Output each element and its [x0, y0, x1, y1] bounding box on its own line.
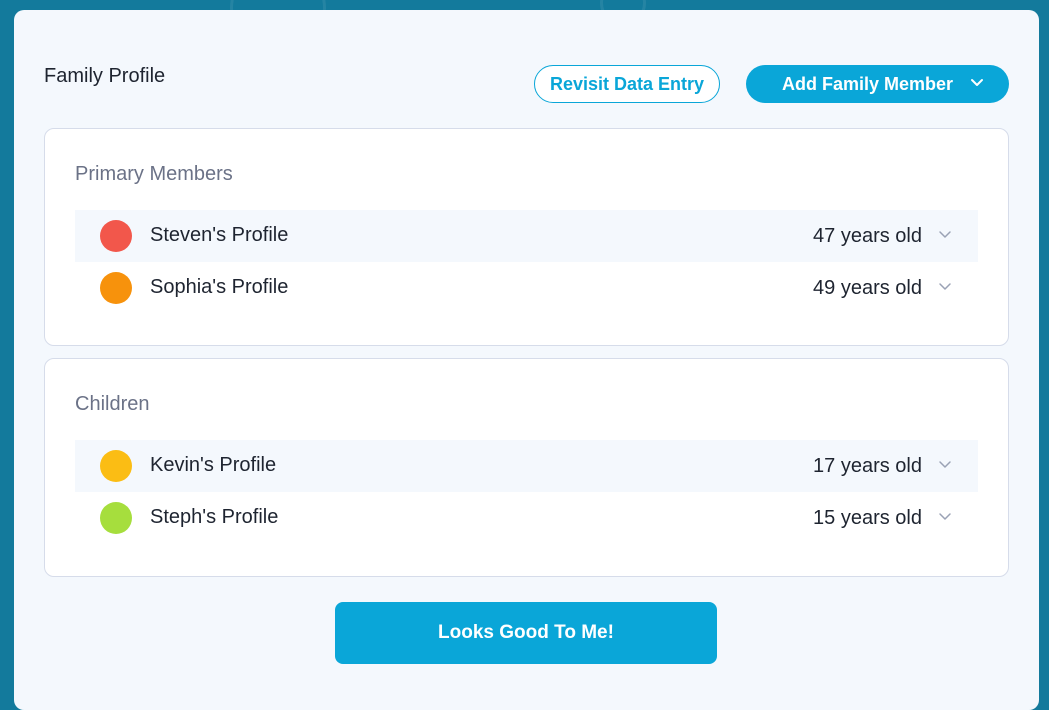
- member-row-steven[interactable]: Steven's Profile 47 years old: [75, 210, 978, 262]
- member-age: 47 years old: [813, 225, 922, 247]
- add-family-member-label: Add Family Member: [782, 73, 954, 94]
- page-title: Family Profile: [44, 65, 166, 87]
- chevron-down-icon[interactable]: [938, 458, 952, 472]
- chevron-down-icon[interactable]: [938, 228, 952, 242]
- member-name: Kevin's Profile: [150, 454, 277, 476]
- member-name: Steven's Profile: [150, 224, 289, 246]
- chevron-down-icon[interactable]: [938, 280, 952, 294]
- member-row-kevin[interactable]: Kevin's Profile 17 years old: [75, 440, 978, 492]
- avatar-dot: [100, 450, 132, 482]
- revisit-data-entry-button[interactable]: Revisit Data Entry: [534, 65, 720, 103]
- chevron-down-icon: [971, 79, 983, 86]
- member-name: Steph's Profile: [150, 506, 279, 528]
- member-age: 17 years old: [813, 455, 922, 477]
- member-age: 49 years old: [813, 277, 922, 299]
- section-title: Children: [75, 393, 150, 415]
- avatar-dot: [100, 220, 132, 252]
- avatar-dot: [100, 502, 132, 534]
- member-age: 15 years old: [813, 507, 922, 529]
- member-row-steph[interactable]: Steph's Profile 15 years old: [75, 492, 978, 544]
- chevron-down-icon[interactable]: [938, 510, 952, 524]
- children-card: Children Kevin's Profile 17 years old St…: [44, 358, 1009, 577]
- primary-members-card: Primary Members Steven's Profile 47 year…: [44, 128, 1009, 346]
- member-row-sophia[interactable]: Sophia's Profile 49 years old: [75, 262, 978, 314]
- avatar-dot: [100, 272, 132, 304]
- looks-good-button[interactable]: Looks Good To Me!: [335, 602, 717, 664]
- family-profile-panel: Family Profile Revisit Data Entry Add Fa…: [14, 10, 1039, 710]
- member-name: Sophia's Profile: [150, 276, 289, 298]
- add-family-member-button[interactable]: Add Family Member: [746, 65, 1009, 103]
- section-title: Primary Members: [75, 163, 233, 185]
